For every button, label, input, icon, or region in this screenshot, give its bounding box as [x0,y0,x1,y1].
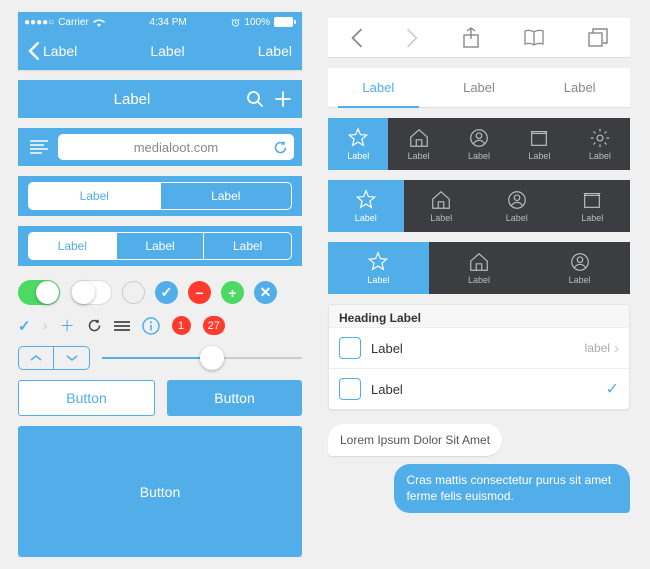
time-label: 4:34 PM [149,17,186,28]
wifi-icon [93,18,105,27]
url-field[interactable]: medialoot.com [58,134,294,160]
badge-1: 1 [172,316,191,335]
battery-icon [274,17,296,27]
tab-bar-4: Label Label Label Label [328,180,630,232]
check-icon[interactable]: ✓ [18,317,31,335]
check-dot-icon[interactable]: ✓ [155,281,178,304]
tab3-0[interactable]: Label [328,242,429,294]
nav-back-label: Label [43,43,77,59]
controls-row-1: ✓ − + ✕ [18,280,302,305]
segmented-control-3: Label Label Label [28,232,292,260]
list-section: Heading Label Label label› Label ✓ [328,304,630,410]
icons-row: ✓ › ＋ 1 27 [18,315,302,336]
texttab-2[interactable]: Label [529,68,630,107]
texttab-1[interactable]: Label [429,68,530,107]
list-row-2-title: Label [371,382,596,397]
plus-dot-icon[interactable]: + [221,281,244,304]
text-tabs: Label Label Label [328,68,630,108]
nav-back-button[interactable]: Label [28,42,77,60]
info-icon[interactable] [142,317,160,335]
slider-thumb[interactable] [200,346,224,370]
radio-empty[interactable] [122,281,145,304]
switch-on[interactable] [18,280,60,305]
button-fill[interactable]: Button [167,380,302,416]
carrier-label: Carrier [58,17,89,28]
seg3-item-2[interactable]: Label [204,233,291,259]
browser-toolbar [328,18,630,58]
list-row-1[interactable]: Label label› [329,327,629,368]
menu-icon[interactable] [114,321,130,331]
chevron-right-icon: › [614,340,619,357]
tabs-icon[interactable] [588,28,608,48]
nav-title: Label [150,43,184,59]
seg3-item-0[interactable]: Label [29,233,117,259]
tab4-2[interactable]: Label [479,180,555,232]
bubble-outgoing: Cras mattis consectetur purus sit amet f… [394,464,630,512]
segmented-3-wrap: Label Label Label [18,226,302,266]
phone-header: ●●●●○ Carrier 4:34 PM 100% Label Label L… [18,12,302,70]
plus-small-icon[interactable]: ＋ [60,315,75,336]
tab5-2[interactable]: Label [449,118,509,170]
tab4-0[interactable]: Label [328,180,404,232]
close-dot-icon[interactable]: ✕ [254,281,277,304]
stepper-up[interactable] [18,346,54,370]
reload-icon[interactable] [273,140,288,155]
button-wide[interactable]: Button [18,426,302,557]
title-bar: Label [18,80,302,118]
seg2-item-0[interactable]: Label [29,183,161,209]
stepper-slider-row [18,346,302,370]
alarm-icon [231,18,240,27]
refresh-icon[interactable] [87,318,102,333]
nav-right-button[interactable]: Label [258,43,292,59]
url-bar: medialoot.com [18,128,302,166]
back-icon[interactable] [350,28,363,48]
switch-off[interactable] [70,280,112,305]
segmented-2-wrap: Label Label [18,176,302,216]
book-icon[interactable] [523,29,545,47]
checkbox-empty-2[interactable] [339,378,361,400]
slider[interactable] [102,346,302,370]
tab5-4[interactable]: Label [570,118,630,170]
plus-icon[interactable] [274,90,292,108]
status-bar: ●●●●○ Carrier 4:34 PM 100% [18,12,302,32]
list-row-2-check: ✓ [606,379,619,399]
texttab-0[interactable]: Label [328,68,429,107]
title-bar-label: Label [28,91,236,108]
share-icon[interactable] [462,27,480,49]
tab5-3[interactable]: Label [509,118,569,170]
tab-bar-3: Label Label Label [328,242,630,294]
list-heading: Heading Label [329,305,629,327]
seg3-item-1[interactable]: Label [117,233,205,259]
list-icon[interactable] [26,134,52,160]
stepper-down[interactable] [54,346,90,370]
chevron-right-icon[interactable]: › [43,317,48,334]
battery-label: 100% [244,17,270,28]
button-row: Button Button [18,380,302,416]
seg2-item-1[interactable]: Label [161,183,292,209]
stepper [18,346,90,370]
search-icon[interactable] [246,90,264,108]
chat: Lorem Ipsum Dolor Sit Amet Cras mattis c… [328,424,630,513]
tab3-2[interactable]: Label [529,242,630,294]
list-row-1-trail: label› [585,340,619,357]
button-outline[interactable]: Button [18,380,155,416]
list-row-1-title: Label [371,341,575,356]
signal-icon: ●●●●○ [24,17,54,28]
nav-bar: Label Label Label [18,32,302,70]
forward-icon[interactable] [406,28,419,48]
tab4-1[interactable]: Label [404,180,480,232]
list-row-2[interactable]: Label ✓ [329,368,629,409]
tab3-1[interactable]: Label [429,242,530,294]
minus-dot-icon[interactable]: − [188,281,211,304]
tab4-3[interactable]: Label [555,180,631,232]
tab-bar-5: Label Label Label Label Label [328,118,630,170]
checkbox-empty[interactable] [339,337,361,359]
segmented-control-2: Label Label [28,182,292,210]
tab5-0[interactable]: Label [328,118,388,170]
chevron-left-icon [28,42,39,60]
url-text: medialoot.com [134,140,219,155]
tab5-1[interactable]: Label [388,118,448,170]
badge-27: 27 [203,316,225,335]
bubble-incoming: Lorem Ipsum Dolor Sit Amet [328,424,502,456]
